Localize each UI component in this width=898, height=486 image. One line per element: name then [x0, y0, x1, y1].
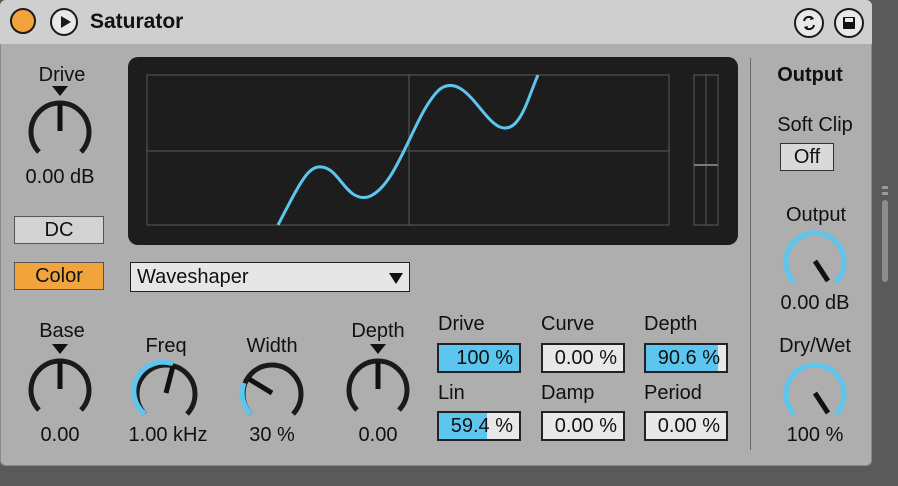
- chevron-down-icon: [389, 273, 403, 284]
- ws-depth-value: 90.6 %: [657, 347, 720, 369]
- freq-knob-value: 1.00 kHz: [128, 424, 208, 446]
- width-knob-value: 30 %: [249, 424, 295, 446]
- output-knob-value: 0.00 dB: [780, 292, 850, 314]
- save-preset-icon[interactable]: [834, 8, 864, 38]
- section-divider: [750, 58, 751, 450]
- base-knob[interactable]: [26, 344, 94, 420]
- depth-knob-label: Depth: [351, 320, 405, 342]
- transfer-curve-graph: [146, 74, 719, 226]
- freq-knob[interactable]: [132, 360, 200, 424]
- ws-drive-value: 100 %: [456, 347, 513, 369]
- ws-depth-label: Depth: [644, 313, 698, 335]
- base-knob-value: 0.00: [40, 424, 80, 446]
- base-knob-label: Base: [39, 320, 85, 342]
- depth-knob-value: 0.00: [358, 424, 398, 446]
- width-knob-label: Width: [246, 335, 298, 357]
- scrollbar-thumb[interactable]: [882, 200, 888, 282]
- drive-knob-marker-icon: [52, 86, 68, 96]
- color-button[interactable]: Color: [14, 262, 104, 290]
- transfer-curve: [276, 74, 540, 226]
- freq-knob-label: Freq: [145, 335, 187, 357]
- saturator-device: Saturator Drive 0.00 dB DC Color Wavesha…: [0, 0, 872, 466]
- drywet-knob[interactable]: [781, 360, 849, 424]
- soft-clip-label: Soft Clip: [777, 114, 853, 136]
- ws-curve-field[interactable]: 0.00 %: [541, 343, 625, 373]
- power-icon[interactable]: [10, 8, 36, 34]
- curve-display: [128, 57, 738, 245]
- hot-swap-icon[interactable]: [794, 8, 824, 38]
- ws-lin-value: 59.4 %: [450, 415, 513, 437]
- output-knob[interactable]: [781, 228, 849, 292]
- ws-damp-label: Damp: [541, 382, 595, 404]
- ws-damp-field[interactable]: 0.00 %: [541, 411, 625, 441]
- ws-lin-label: Lin: [438, 382, 465, 404]
- device-titlebar: Saturator: [0, 0, 872, 44]
- drive-knob-value: 0.00 dB: [25, 166, 95, 188]
- depth-knob[interactable]: [344, 344, 412, 420]
- dc-button[interactable]: DC: [14, 216, 104, 244]
- ws-depth-field[interactable]: 90.6 %: [644, 343, 728, 373]
- drywet-knob-label: Dry/Wet: [779, 335, 851, 357]
- drywet-knob-value: 100 %: [786, 424, 844, 446]
- output-knob-label: Output: [785, 204, 847, 226]
- device-title: Saturator: [90, 10, 184, 33]
- play-icon[interactable]: [50, 8, 78, 36]
- drive-knob-label: Drive: [38, 64, 86, 86]
- device-scrollbar[interactable]: [880, 184, 890, 284]
- ws-period-value: 0.00 %: [657, 415, 720, 437]
- ws-lin-field[interactable]: 59.4 %: [437, 411, 521, 441]
- ws-curve-label: Curve: [541, 313, 595, 335]
- output-heading: Output: [777, 64, 843, 86]
- ws-period-field[interactable]: 0.00 %: [644, 411, 728, 441]
- ws-drive-label: Drive: [438, 313, 485, 335]
- ws-drive-field[interactable]: 100 %: [437, 343, 521, 373]
- width-knob[interactable]: [238, 360, 306, 424]
- ws-damp-value: 0.00 %: [554, 415, 617, 437]
- soft-clip-toggle[interactable]: Off: [780, 143, 834, 171]
- shaper-type-value: Waveshaper: [137, 266, 249, 288]
- ws-period-label: Period: [644, 382, 702, 404]
- ws-curve-value: 0.00 %: [554, 347, 617, 369]
- drive-knob[interactable]: [26, 86, 94, 172]
- shaper-type-select[interactable]: Waveshaper: [130, 262, 410, 292]
